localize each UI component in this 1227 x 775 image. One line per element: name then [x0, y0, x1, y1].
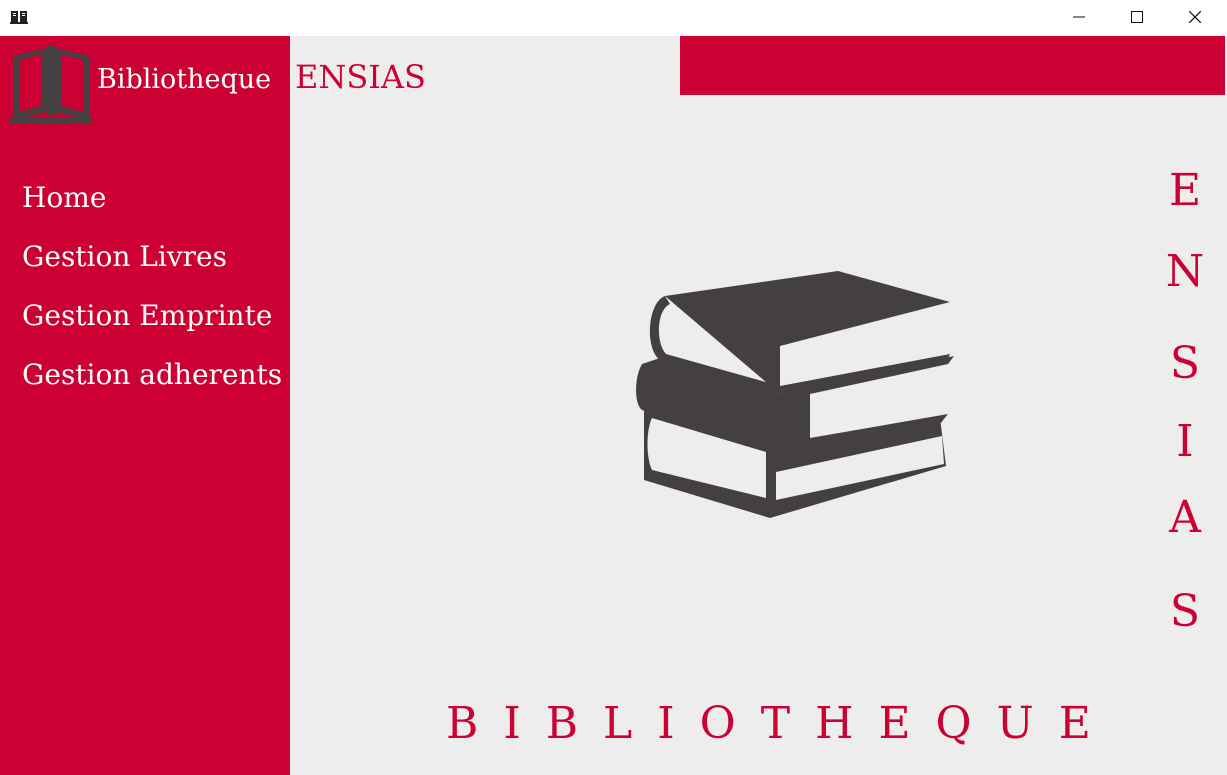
header-title: ENSIAS [295, 58, 426, 96]
vertical-letter: N [1165, 246, 1205, 297]
maximize-button[interactable] [1108, 0, 1166, 34]
maximize-icon [1131, 11, 1143, 23]
vertical-letter: E [1168, 165, 1202, 216]
header-accent-bar [680, 36, 1225, 95]
app-brand: Bibliotheque [97, 64, 272, 95]
vertical-letter: A [1169, 492, 1201, 543]
nav-gestion-livres[interactable]: Gestion Livres [22, 240, 227, 273]
book-open-icon [10, 11, 28, 24]
sidebar: Bibliotheque Home Gestion Livres Gestion… [0, 36, 290, 775]
nav-gestion-adherents[interactable]: Gestion adherents [22, 358, 282, 391]
vertical-letter: S [1169, 338, 1201, 389]
nav-home[interactable]: Home [22, 181, 106, 214]
window-titlebar [0, 0, 1227, 36]
minimize-icon [1073, 16, 1085, 18]
close-button[interactable] [1166, 0, 1224, 34]
close-icon [1189, 11, 1201, 23]
books-stack-icon [636, 271, 954, 518]
nav-gestion-emprinte[interactable]: Gestion Emprinte [22, 299, 272, 332]
bottom-title: BIBLIOTHEQUE [446, 698, 1116, 749]
minimize-button[interactable] [1050, 0, 1108, 34]
vertical-letter: S [1169, 586, 1201, 637]
vertical-letter: I [1176, 416, 1194, 467]
book-open-icon [10, 46, 92, 124]
